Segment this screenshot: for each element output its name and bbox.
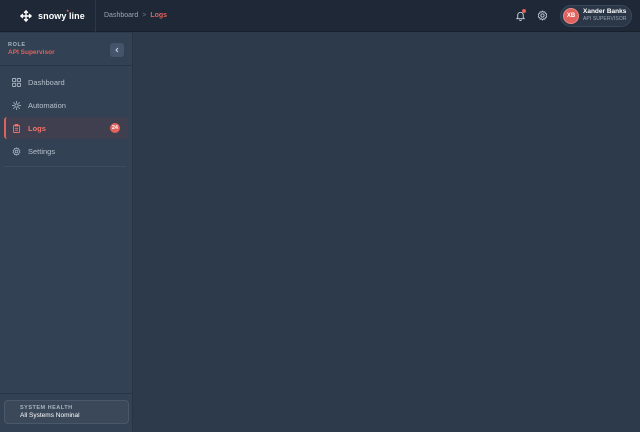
brand-logo[interactable]: snowy*line bbox=[0, 0, 96, 32]
gear-icon bbox=[537, 10, 548, 21]
settings-button[interactable] bbox=[534, 8, 550, 24]
top-bar: snowy*line Dashboard > Logs XB Xander Ba… bbox=[0, 0, 640, 32]
sidebar-item-label: Automation bbox=[28, 100, 66, 110]
user-info: Xander Banks API SUPERVISOR bbox=[583, 9, 627, 22]
brand-name: snowy*line bbox=[38, 9, 85, 21]
sidebar-item-label: Logs bbox=[28, 123, 46, 133]
sun-icon bbox=[12, 100, 21, 110]
role-block: ROLE API Supervisor bbox=[8, 42, 55, 56]
sidebar-item-label: Settings bbox=[28, 146, 56, 156]
sidebar-item-dashboard[interactable]: Dashboard bbox=[4, 71, 128, 93]
header-actions: XB Xander Banks API SUPERVISOR bbox=[512, 4, 640, 27]
notifications-button[interactable] bbox=[512, 8, 528, 24]
sidebar: ROLE API Supervisor Dashboard Automation… bbox=[0, 33, 133, 432]
nav-divider bbox=[4, 166, 126, 167]
breadcrumb-dashboard[interactable]: Dashboard bbox=[104, 12, 138, 19]
collapse-sidebar-button[interactable] bbox=[110, 43, 124, 57]
logo-icon bbox=[20, 9, 32, 22]
sidebar-item-settings[interactable]: Settings bbox=[4, 140, 128, 162]
avatar: XB bbox=[563, 7, 579, 24]
user-name: Xander Banks bbox=[583, 8, 627, 16]
chevron-left-icon bbox=[114, 47, 120, 53]
role-value: API Supervisor bbox=[8, 49, 55, 56]
breadcrumb-current: Logs bbox=[150, 12, 168, 19]
gear-icon bbox=[12, 146, 21, 156]
grid-icon bbox=[12, 77, 21, 87]
clipboard-icon bbox=[12, 123, 21, 133]
role-label: ROLE bbox=[8, 42, 26, 48]
breadcrumb: Dashboard > Logs bbox=[104, 12, 167, 19]
sidebar-item-logs[interactable]: Logs 24 bbox=[4, 117, 128, 139]
sidebar-divider bbox=[0, 393, 133, 394]
notification-dot bbox=[522, 8, 526, 13]
user-menu[interactable]: XB Xander Banks API SUPERVISOR bbox=[560, 4, 632, 27]
system-health-card: SYSTEM HEALTH All Systems Nominal bbox=[4, 400, 129, 424]
breadcrumb-separator: > bbox=[142, 12, 147, 19]
brand-mark: * bbox=[66, 9, 69, 16]
user-role: API SUPERVISOR bbox=[583, 15, 627, 22]
system-health-label: SYSTEM HEALTH bbox=[20, 405, 73, 411]
sidebar-divider bbox=[0, 65, 133, 66]
main-content bbox=[134, 33, 640, 432]
sidebar-item-automation[interactable]: Automation bbox=[4, 94, 128, 116]
sidebar-nav: Dashboard Automation Logs 24 Settings bbox=[4, 71, 128, 163]
system-health-status: All Systems Nominal bbox=[20, 412, 80, 419]
logs-count-badge: 24 bbox=[109, 123, 120, 133]
sidebar-item-label: Dashboard bbox=[28, 77, 65, 87]
